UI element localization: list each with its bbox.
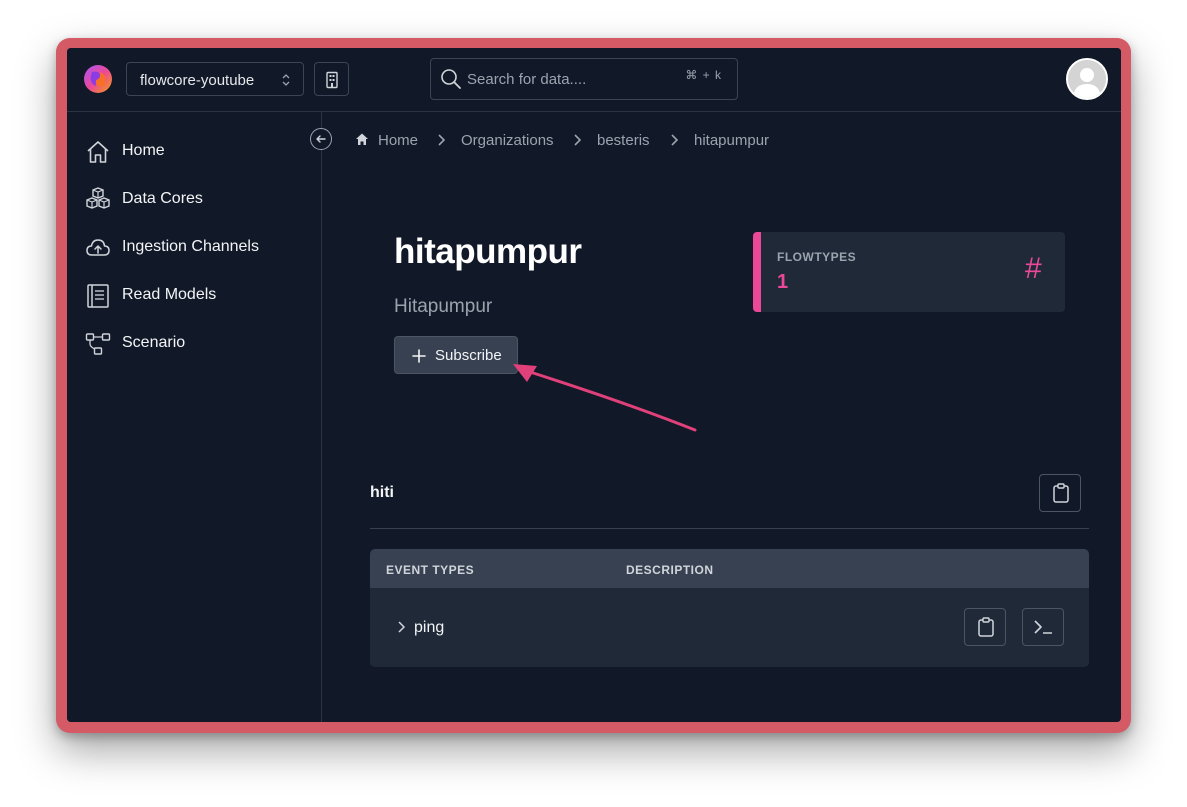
book-icon bbox=[87, 284, 109, 308]
stat-value: 1 bbox=[777, 271, 789, 293]
stat-label: FLOWTYPES bbox=[777, 250, 857, 264]
home-icon[interactable] bbox=[355, 132, 369, 146]
top-bar: flowcore-youtube Search for data.... ⌘ +… bbox=[67, 48, 1121, 112]
flow-icon bbox=[85, 333, 111, 355]
search-shortcut: ⌘ + k bbox=[685, 68, 722, 82]
sidebar-item-label: Home bbox=[122, 142, 165, 159]
cubes-icon bbox=[86, 187, 110, 209]
sidebar-item-home[interactable]: Home bbox=[85, 137, 305, 167]
terminal-button[interactable] bbox=[1022, 608, 1064, 646]
sidebar-item-scenario[interactable]: Scenario bbox=[85, 329, 305, 359]
breadcrumb-current: hitapumpur bbox=[694, 132, 770, 149]
table-row[interactable]: ping bbox=[370, 588, 1089, 667]
organization-select-label: flowcore-youtube bbox=[140, 72, 255, 89]
sidebar: Home Data Cores Ingestion Channels Read … bbox=[67, 112, 322, 722]
page-title: hitapumpur bbox=[394, 232, 582, 271]
chevron-up-down-icon bbox=[282, 74, 290, 86]
table-header: EVENT TYPES DESCRIPTION bbox=[370, 549, 1089, 588]
terminal-icon bbox=[1034, 620, 1052, 634]
sidebar-item-label: Data Cores bbox=[122, 190, 203, 207]
flowcore-logo-icon[interactable] bbox=[83, 64, 113, 94]
subscribe-label: Subscribe bbox=[435, 347, 502, 364]
copy-event-type-button[interactable] bbox=[964, 608, 1006, 646]
flowtypes-stat-card: FLOWTYPES 1 # bbox=[753, 232, 1065, 312]
event-types-table: EVENT TYPES DESCRIPTION ping bbox=[370, 549, 1089, 667]
search-input[interactable]: Search for data.... ⌘ + k bbox=[430, 58, 738, 100]
column-header-description: DESCRIPTION bbox=[626, 563, 714, 577]
collapse-sidebar-button[interactable] bbox=[310, 128, 332, 150]
breadcrumb-organizations[interactable]: Organizations bbox=[461, 132, 554, 149]
sidebar-item-data-cores[interactable]: Data Cores bbox=[85, 185, 305, 215]
hash-icon: # bbox=[1025, 252, 1042, 285]
search-placeholder: Search for data.... bbox=[467, 71, 587, 88]
sidebar-item-label: Scenario bbox=[122, 334, 186, 351]
sidebar-item-label: Ingestion Channels bbox=[122, 238, 259, 255]
clipboard-icon bbox=[978, 617, 994, 637]
organization-select[interactable]: flowcore-youtube bbox=[126, 62, 304, 96]
user-avatar[interactable] bbox=[1066, 58, 1108, 100]
arrow-left-icon bbox=[316, 135, 326, 143]
plus-icon bbox=[412, 349, 426, 363]
organization-details-button[interactable] bbox=[314, 62, 349, 96]
chevron-right-icon bbox=[574, 134, 582, 146]
breadcrumb-home[interactable]: Home bbox=[378, 132, 418, 149]
cloud-upload-icon bbox=[86, 239, 110, 256]
sidebar-item-label: Read Models bbox=[122, 286, 217, 303]
annotation-arrow bbox=[513, 364, 697, 432]
column-header-event-types: EVENT TYPES bbox=[386, 563, 475, 577]
clipboard-icon bbox=[1053, 483, 1069, 503]
home-icon bbox=[87, 141, 109, 163]
breadcrumb-organization[interactable]: besteris bbox=[597, 132, 650, 149]
sidebar-item-ingestion-channels[interactable]: Ingestion Channels bbox=[85, 233, 305, 263]
user-icon bbox=[1068, 60, 1106, 98]
page-subtitle: Hitapumpur bbox=[394, 296, 493, 317]
chevron-right-icon[interactable] bbox=[396, 621, 406, 633]
copy-flowtype-button[interactable] bbox=[1039, 474, 1081, 512]
sidebar-item-read-models[interactable]: Read Models bbox=[85, 281, 305, 311]
chevron-right-icon bbox=[671, 134, 679, 146]
stat-accent-bar bbox=[753, 232, 761, 312]
event-type-name: ping bbox=[414, 619, 445, 636]
building-icon bbox=[326, 71, 338, 89]
section-divider bbox=[370, 528, 1089, 529]
app-window: flowcore-youtube Search for data.... ⌘ +… bbox=[67, 48, 1121, 722]
search-icon bbox=[441, 69, 461, 89]
flowtype-name: hiti bbox=[370, 484, 394, 501]
chevron-right-icon bbox=[438, 134, 446, 146]
